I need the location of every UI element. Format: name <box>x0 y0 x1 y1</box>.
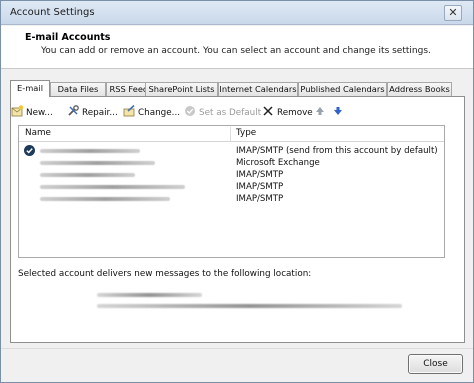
set-as-default-label: Set as Default <box>199 108 262 118</box>
column-header-name[interactable]: Name <box>25 128 51 138</box>
header-section: E-mail Accounts You can add or remove an… <box>1 26 473 69</box>
account-row[interactable]: IMAP/SMTP <box>20 193 444 205</box>
redacted-account-name <box>40 185 185 189</box>
account-type: IMAP/SMTP <box>236 182 284 192</box>
remove-account-label: Remove <box>277 108 313 118</box>
redacted-delivery-account <box>97 293 202 297</box>
account-row[interactable]: Microsoft Exchange <box>20 157 444 169</box>
redacted-account-name <box>40 173 135 177</box>
new-account-button[interactable]: New... <box>11 105 53 121</box>
account-type: IMAP/SMTP <box>236 194 284 204</box>
redacted-delivery-folder <box>97 304 402 308</box>
repair-account-button[interactable]: Repair... <box>67 105 118 121</box>
accounts-list[interactable]: Name Type IMAP/SMTP (send from this acco… <box>18 125 445 258</box>
account-toolbar: New... Repair... Change... Set as Defaul… <box>11 104 411 121</box>
window-title: Account Settings <box>10 7 95 18</box>
delivery-location-label: Selected account delivers new messages t… <box>18 269 312 279</box>
redacted-account-name <box>40 161 155 165</box>
column-header-type[interactable]: Type <box>236 128 256 138</box>
section-subtitle: You can add or remove an account. You ca… <box>41 46 431 56</box>
tab-internet-calendars[interactable]: Internet Calendars <box>218 82 298 96</box>
redacted-account-name <box>40 197 170 201</box>
account-row[interactable]: IMAP/SMTP <box>20 181 444 193</box>
tab-address-books[interactable]: Address Books <box>387 82 452 96</box>
repair-tools-icon <box>67 105 80 117</box>
close-button[interactable]: Close <box>408 354 463 374</box>
title-bar[interactable]: Account Settings ✕ <box>1 1 473 25</box>
account-row[interactable]: IMAP/SMTP (send from this account by def… <box>20 145 444 157</box>
move-down-button[interactable] <box>332 105 347 121</box>
account-type: IMAP/SMTP (send from this account by def… <box>236 146 438 156</box>
change-account-icon <box>123 104 136 117</box>
account-settings-window: Account Settings ✕ E-mail Accounts You c… <box>0 0 474 383</box>
account-type: IMAP/SMTP <box>236 170 284 180</box>
set-as-default-button[interactable]: Set as Default <box>184 105 261 121</box>
redacted-account-name <box>40 149 140 153</box>
accounts-list-header: Name Type <box>19 126 444 142</box>
repair-account-label: Repair... <box>82 108 118 118</box>
tab-data-files[interactable]: Data Files <box>50 82 106 96</box>
remove-account-button[interactable]: Remove <box>262 105 313 121</box>
default-account-check-icon <box>24 145 35 156</box>
new-account-label: New... <box>26 108 53 118</box>
change-account-button[interactable]: Change... <box>123 104 181 121</box>
new-account-icon <box>11 105 24 117</box>
change-account-label: Change... <box>138 108 181 118</box>
column-divider[interactable] <box>230 127 231 141</box>
move-up-button[interactable] <box>314 105 329 121</box>
tab-email[interactable]: E-mail <box>10 80 50 97</box>
account-row[interactable]: IMAP/SMTP <box>20 169 444 181</box>
arrow-up-icon <box>314 105 327 117</box>
remove-x-icon <box>262 105 275 117</box>
arrow-down-icon <box>332 105 345 117</box>
section-title: E-mail Accounts <box>25 32 111 43</box>
window-close-icon[interactable]: ✕ <box>444 5 462 21</box>
set-default-check-icon <box>184 105 197 117</box>
footer-divider <box>1 348 473 349</box>
account-type: Microsoft Exchange <box>236 158 320 168</box>
tab-sharepoint-lists[interactable]: SharePoint Lists <box>145 82 218 96</box>
tab-published-calendars[interactable]: Published Calendars <box>298 82 387 96</box>
